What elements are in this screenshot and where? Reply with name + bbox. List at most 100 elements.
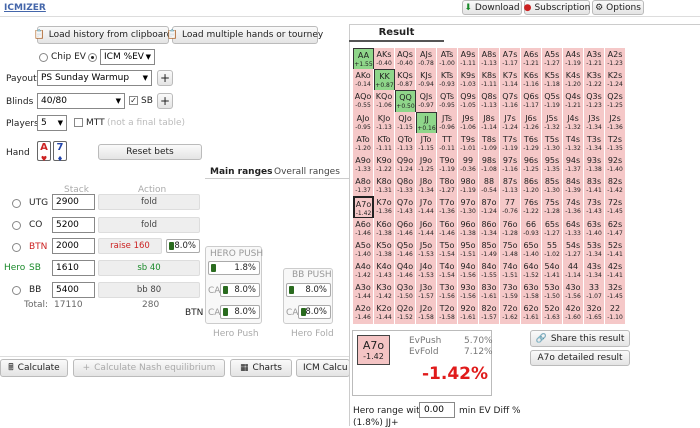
hand-cell[interactable]: T9o -1.19	[437, 154, 458, 177]
hand-cell[interactable]: 42s -1.41	[605, 260, 626, 283]
hand-cell[interactable]: 86s -1.20	[521, 175, 542, 199]
hand-cell[interactable]: J3s -1.34	[584, 111, 605, 135]
hand-cell[interactable]: Q8s -1.13	[479, 90, 500, 114]
hand-cell[interactable]: QQ +0.50	[395, 90, 416, 114]
hand-cell[interactable]: 93s -1.38	[584, 154, 605, 177]
tab-main-ranges[interactable]: Main ranges	[210, 167, 272, 177]
hand-cell[interactable]: K9o -1.22	[374, 154, 395, 177]
hand-cell[interactable]: 33 -1.07	[584, 281, 605, 305]
min-ev-diff-input[interactable]: 0.00	[419, 402, 455, 418]
hand-cell[interactable]: A6o -1.46	[353, 217, 374, 241]
hand-cell[interactable]: Q7s -1.16	[500, 90, 521, 114]
hand-cell[interactable]: A8o -1.37	[353, 175, 374, 199]
hand-cell[interactable]: 83s -1.41	[584, 175, 605, 199]
hand-cell[interactable]: 88 -0.54	[479, 175, 500, 199]
hand-cell[interactable]: KJs -0.94	[416, 69, 437, 93]
hand-cell[interactable]: 65o -1.40	[521, 238, 542, 262]
hand-cell[interactable]: K6o -1.38	[374, 217, 395, 241]
hand-cell[interactable]: 75o -1.48	[500, 238, 521, 262]
hand-cell[interactable]: AJo -0.95	[353, 111, 374, 135]
hand-cell[interactable]: 97s -1.16	[500, 154, 521, 177]
hand-cell[interactable]: QTs -0.95	[437, 90, 458, 114]
utg-radio[interactable]	[12, 199, 21, 208]
hand-cell[interactable]: J5o -1.53	[416, 238, 437, 262]
sb-action[interactable]: sb 40	[98, 260, 200, 276]
hand-cell[interactable]: 42o -1.60	[563, 302, 584, 326]
co-radio[interactable]	[12, 221, 21, 230]
hand-cell[interactable]: A9o -1.33	[353, 154, 374, 177]
sb-checkbox[interactable]: ✓	[129, 96, 138, 105]
hand-cell[interactable]: 85s -1.30	[542, 175, 563, 199]
hand-cell[interactable]: K5s -1.18	[542, 69, 563, 93]
hand-cell[interactable]: T7o -1.36	[437, 196, 458, 220]
hand-cell[interactable]: Q5o -1.46	[395, 238, 416, 262]
hand-cell[interactable]: T2o -1.58	[437, 302, 458, 326]
hand-cell[interactable]: T7s -1.19	[500, 132, 521, 156]
hand-cell[interactable]: J2s -1.36	[605, 111, 626, 135]
hand-cell[interactable]: A7o -1.42	[353, 196, 374, 220]
hand-cell[interactable]: ATs -1.00	[437, 48, 458, 71]
hand-cell[interactable]: KQs -0.87	[395, 69, 416, 93]
hand-cell[interactable]: K9s -1.03	[458, 69, 479, 93]
hand-cell[interactable]: A2s -1.23	[605, 48, 626, 71]
hand-cell[interactable]: 87o -1.24	[479, 196, 500, 220]
add-blinds-button[interactable]: +	[157, 93, 173, 109]
hand-cell[interactable]: K2s -1.24	[605, 69, 626, 93]
hand-cell[interactable]: 93o -1.56	[458, 281, 479, 305]
calculate-button[interactable]: 🖩 Calculate	[0, 359, 68, 377]
hand-cell[interactable]: JJ +0.16	[416, 111, 437, 135]
hand-cell[interactable]: Q4s -1.21	[563, 90, 584, 114]
hand-cell[interactable]: 62s -1.47	[605, 217, 626, 241]
hand-cell[interactable]: 73o -1.59	[500, 281, 521, 305]
hand-cell[interactable]: 76s -1.22	[521, 196, 542, 220]
hand-cell[interactable]: 96o -1.38	[458, 217, 479, 241]
hand-cell[interactable]: Q5s -1.19	[542, 90, 563, 114]
hand-cell[interactable]: 54s -1.27	[563, 238, 584, 262]
bb-action[interactable]: bb 80	[98, 282, 200, 298]
hand-cell[interactable]: 64o -1.52	[521, 260, 542, 283]
hand-cell[interactable]: 94o -1.56	[458, 260, 479, 283]
hand-cell[interactable]: 63o -1.58	[521, 281, 542, 305]
hand-cell[interactable]: AJs -0.78	[416, 48, 437, 71]
hand-cell[interactable]: Q2o -1.52	[395, 302, 416, 326]
hand-cell[interactable]: 84s -1.39	[563, 175, 584, 199]
hand-cell[interactable]: Q6s -1.17	[521, 90, 542, 114]
tab-overall-ranges[interactable]: Overall ranges	[274, 167, 340, 177]
hand-cell[interactable]: QJo -1.15	[395, 111, 416, 135]
app-title[interactable]: ICMIZER	[4, 3, 46, 13]
hand-cell[interactable]: 65s -1.27	[542, 217, 563, 241]
hand-cell[interactable]: 95o -1.51	[458, 238, 479, 262]
hand-cell[interactable]: 72o -1.62	[500, 302, 521, 326]
load-history-button[interactable]: 📋 Load history from clipboard	[34, 26, 172, 44]
btn-action[interactable]: raise 160	[98, 238, 162, 254]
hand-cell[interactable]: T5s -1.30	[542, 132, 563, 156]
hand-cell[interactable]: Q9s -1.05	[458, 90, 479, 114]
sb-stack-input[interactable]: 1610	[52, 260, 95, 276]
hand-cell[interactable]: KTo -1.11	[374, 132, 395, 156]
hand-cell[interactable]: J4s -1.32	[563, 111, 584, 135]
hand-cell[interactable]: AQs -0.40	[395, 48, 416, 71]
hand-cell[interactable]: A9s -1.11	[458, 48, 479, 71]
hand-cell[interactable]: K4o -1.43	[374, 260, 395, 283]
hand-cell[interactable]: 76o -1.28	[500, 217, 521, 241]
hand-cell[interactable]: T6s -1.29	[521, 132, 542, 156]
hand-cell[interactable]: 52o -1.63	[542, 302, 563, 326]
hand-cell[interactable]: 83o -1.61	[479, 281, 500, 305]
hero-push-slider-1[interactable]: 1.8%	[208, 261, 260, 275]
hand-cell[interactable]: K6s -1.16	[521, 69, 542, 93]
hand-cell[interactable]: T8s -1.09	[479, 132, 500, 156]
hand-cell[interactable]: 53s -1.34	[584, 238, 605, 262]
hand-cell[interactable]: QTo -1.13	[395, 132, 416, 156]
hand-cell[interactable]: J7o -1.44	[416, 196, 437, 220]
hand-cell[interactable]: 55 -1.02	[542, 238, 563, 262]
hand-cell[interactable]: 52s -1.41	[605, 238, 626, 262]
hand-cell[interactable]: J8o -1.34	[416, 175, 437, 199]
hand-cell[interactable]: K3o -1.42	[374, 281, 395, 305]
hand-cell[interactable]: Q3o -1.50	[395, 281, 416, 305]
players-select[interactable]: 5 ▼	[37, 115, 67, 131]
hand-cell[interactable]: J7s -1.24	[500, 111, 521, 135]
hand-cell[interactable]: 74o -1.51	[500, 260, 521, 283]
hero-push-slider-2[interactable]: 8.0%	[220, 283, 260, 297]
mtt-checkbox[interactable]	[74, 118, 83, 127]
hand-cell[interactable]: QJs -0.97	[416, 90, 437, 114]
